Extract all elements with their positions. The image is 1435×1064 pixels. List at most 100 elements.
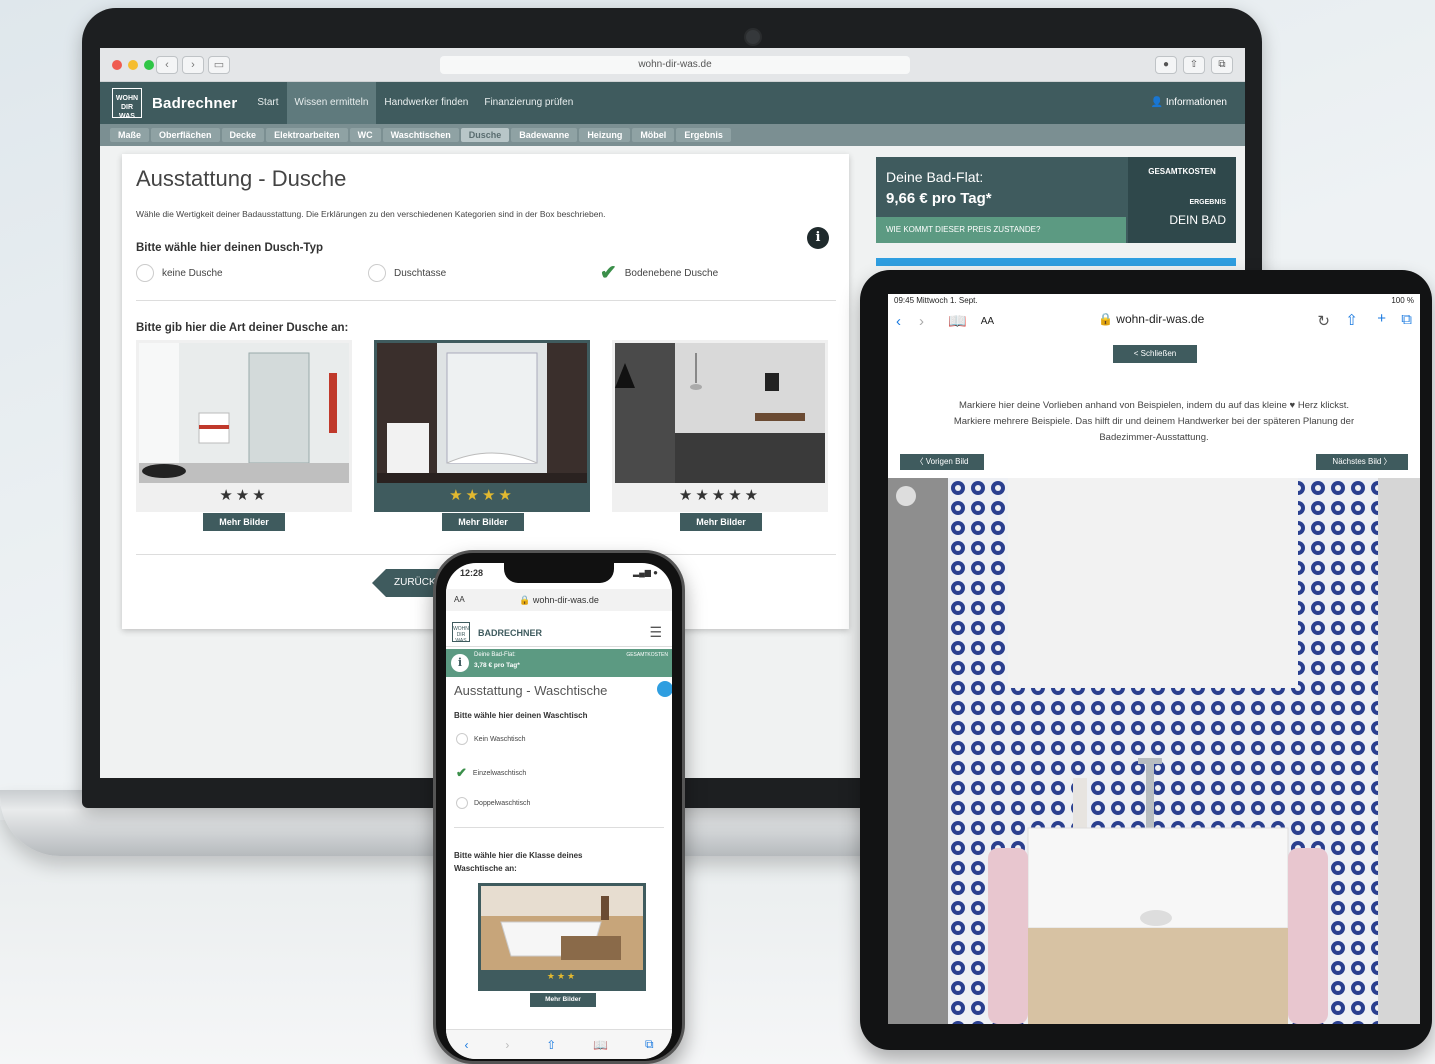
info-icon[interactable]: i — [807, 227, 829, 249]
tabs-icon[interactable]: ⧉ — [645, 1037, 654, 1052]
option-duschtasse[interactable]: Duschtasse — [368, 264, 446, 282]
radio-icon[interactable] — [456, 797, 468, 809]
close-button[interactable]: < Schließen — [1113, 345, 1197, 363]
more-images-button[interactable]: Mehr Bilder — [680, 513, 762, 531]
question-basin: Bitte wähle hier deinen Waschtisch — [454, 711, 588, 720]
hamburger-menu-icon[interactable]: ☰ — [649, 624, 662, 641]
tabs-icon[interactable]: ⧉ — [1211, 56, 1233, 74]
share-icon[interactable]: ⇧ — [1345, 311, 1358, 329]
tabs-icon[interactable]: ⧉ — [1401, 311, 1412, 328]
price-panel: Deine Bad-Flat: 9,66 € pro Tag* WIE KOMM… — [876, 157, 1236, 243]
menu-item-start[interactable]: Start — [249, 82, 286, 124]
shower-tile-3[interactable]: ★★★★★ — [612, 340, 828, 512]
flat-label: Deine Bad-Flat: — [474, 652, 516, 658]
price-explanation-link[interactable]: WIE KOMMT DIESER PREIS ZUSTANDE? — [876, 217, 1126, 243]
step-heizung[interactable]: Heizung — [579, 128, 631, 142]
question-shower-kind: Bitte gib hier die Art deiner Dusche an: — [136, 322, 349, 334]
share-icon[interactable]: ⇧ — [546, 1038, 556, 1052]
checkmark-icon[interactable]: ✔ — [600, 263, 617, 283]
close-window-icon[interactable] — [112, 60, 122, 70]
shower-tile-1[interactable]: ★★★ — [136, 340, 352, 512]
logo[interactable]: WOHN DIR WAS — [452, 622, 470, 644]
checkmark-icon[interactable]: ✔ — [456, 765, 467, 781]
sidebar-icon[interactable]: ▭ — [208, 56, 230, 74]
phone-address-bar[interactable]: 🔒 wohn-dir-was.de — [446, 589, 672, 611]
more-images-button[interactable]: Mehr Bilder — [442, 513, 524, 531]
menu-item-finanzierung[interactable]: Finanzierung prüfen — [476, 82, 581, 124]
tablet-device: 09:45 Mittwoch 1. Sept. 100 % ‹ › 📖 AA 🔒… — [860, 270, 1432, 1050]
price-banner: i Deine Bad-Flat: 3,78 € pro Tag* GESAMT… — [446, 649, 672, 677]
step-moebel[interactable]: Möbel — [632, 128, 675, 142]
new-tab-icon[interactable]: + — [1377, 310, 1386, 327]
step-wc[interactable]: WC — [349, 128, 381, 142]
step-badewanne[interactable]: Badewanne — [511, 128, 578, 142]
signal-icon: ▂▄▆ ● — [632, 568, 658, 577]
shower-tile-2[interactable]: ★★★★ — [374, 340, 590, 512]
phone-browser-toolbar: ‹ › ⇧ 📖 ⧉ — [446, 1029, 672, 1059]
option-einzelwaschtisch[interactable]: ✔ Einzelwaschtisch — [456, 765, 526, 781]
step-ergebnis[interactable]: Ergebnis — [676, 128, 731, 142]
help-icon[interactable] — [657, 681, 672, 697]
share-icon[interactable]: ⇧ — [1183, 56, 1205, 74]
tablet-browser-bar: ‹ › 📖 AA 🔒 wohn-dir-was.de ↻ ⇧ + ⧉ — [888, 306, 1420, 336]
tablet-address-bar[interactable]: 🔒 wohn-dir-was.de — [1098, 312, 1204, 326]
reader-aa-button[interactable]: AA — [981, 316, 994, 327]
page-title: Ausstattung - Waschtische — [454, 683, 608, 698]
forward-arrow-icon[interactable]: › — [182, 56, 204, 74]
divider — [454, 827, 664, 828]
back-arrow-icon[interactable]: ‹ — [464, 1038, 468, 1052]
basin-tile[interactable]: ★★★ — [478, 883, 646, 991]
step-dusche[interactable]: Dusche — [460, 128, 510, 142]
step-oberflaechen[interactable]: Oberflächen — [151, 128, 220, 142]
step-decke[interactable]: Decke — [221, 128, 265, 142]
minimize-window-icon[interactable] — [128, 60, 138, 70]
more-images-button[interactable]: Mehr Bilder — [530, 993, 596, 1007]
bookmarks-icon[interactable]: 📖 — [593, 1038, 608, 1052]
back-arrow-icon[interactable]: ‹ — [896, 313, 901, 330]
radio-icon[interactable] — [368, 264, 386, 282]
download-icon[interactable]: ● — [1155, 56, 1177, 74]
reader-aa-button[interactable]: AA — [454, 589, 465, 611]
option-kein-waschtisch[interactable]: Kein Waschtisch — [456, 733, 525, 745]
radio-icon[interactable] — [456, 733, 468, 745]
radio-icon[interactable] — [136, 264, 154, 282]
total-cost-tab[interactable]: GESAMTKOSTEN — [1128, 167, 1236, 176]
total-cost-tab[interactable]: GESAMTKOSTEN — [626, 652, 668, 658]
your-bath-label[interactable]: DEIN BAD — [1169, 213, 1226, 227]
rating-stars: ★★★ — [546, 971, 578, 981]
phone-header: WOHN DIR WAS BADRECHNER ☰ — [446, 617, 672, 647]
info-icon[interactable]: i — [451, 654, 469, 672]
logo[interactable]: WOHN DIR WAS — [112, 88, 142, 120]
option-keine-dusche[interactable]: keine Dusche — [136, 264, 223, 282]
menu-item-wissen[interactable]: Wissen ermitteln — [286, 82, 377, 124]
address-bar[interactable]: wohn-dir-was.de — [440, 56, 910, 74]
summary-panel: GESAMTKOSTEN ERGEBNIS DEIN BAD — [1128, 157, 1236, 243]
user-menu[interactable]: 👤 Informationen — [1151, 82, 1227, 124]
option-bodenebene[interactable]: ✔ Bodenebene Dusche — [600, 263, 719, 283]
reload-icon[interactable]: ↻ — [1317, 312, 1330, 330]
brand-name: BADRECHNER — [478, 628, 543, 638]
zoom-window-icon[interactable] — [144, 60, 154, 70]
forward-arrow-icon[interactable]: › — [919, 313, 924, 330]
step-waschtisch[interactable]: Waschtischen — [382, 128, 459, 142]
user-icon: 👤 — [1150, 97, 1166, 108]
question-shower-type: Bitte wähle hier deinen Dusch-Typ — [136, 242, 324, 254]
more-images-button[interactable]: Mehr Bilder — [203, 513, 285, 531]
previous-image-button[interactable]: 〈 Vorigen Bild — [900, 454, 984, 470]
step-elektro[interactable]: Elektroarbeiten — [266, 128, 348, 142]
forward-arrow-icon[interactable]: › — [505, 1038, 509, 1052]
bathroom-photo — [888, 478, 1420, 1024]
bookmarks-icon[interactable]: 📖 — [948, 312, 967, 330]
tablet-url: wohn-dir-was.de — [1116, 312, 1205, 326]
option-label: Bodenebene Dusche — [624, 267, 719, 279]
page-title: Ausstattung - Dusche — [136, 166, 347, 191]
phone-screen: 12:28 ▂▄▆ ● 🔒 wohn-dir-was.de AA WOHN DI… — [446, 563, 672, 1059]
back-arrow-icon[interactable]: ‹ — [156, 56, 178, 74]
rating-stars: ★★★ — [219, 487, 269, 504]
next-image-button[interactable]: Nächstes Bild 〉 — [1316, 454, 1408, 470]
option-label: Kein Waschtisch — [474, 735, 526, 743]
instructions-line-1: Markiere hier deine Vorlieben anhand von… — [958, 400, 1350, 411]
option-doppelwaschtisch[interactable]: Doppelwaschtisch — [456, 797, 530, 809]
menu-item-handwerker[interactable]: Handwerker finden — [376, 82, 476, 124]
step-masse[interactable]: Maße — [110, 128, 150, 142]
